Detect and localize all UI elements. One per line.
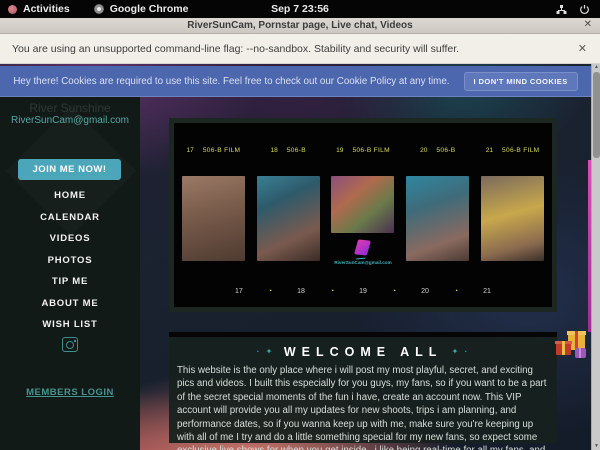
slide-day: 21	[486, 147, 493, 154]
window-title: RiverSunCam, Pornstar page, Live chat, V…	[187, 20, 412, 31]
footer-day: 17	[235, 288, 243, 295]
sidebar: River Sunshine RiverSunCam@gmail.com JOI…	[0, 97, 140, 450]
join-me-now-button[interactable]: JOIN ME NOW!	[18, 159, 121, 180]
chrome-app-icon	[94, 4, 104, 14]
cookie-accept-button[interactable]: I DON'T MIND COOKIES	[464, 72, 578, 91]
slide-tag: 506-B	[436, 147, 455, 154]
slide-label: 20 506-B	[400, 147, 475, 154]
system-top-bar: Activities Google Chrome Sep 7 23:56	[0, 0, 600, 18]
sandbox-warning-bar: You are using an unsupported command-lin…	[0, 34, 600, 64]
photo-thumbnail-5[interactable]	[481, 176, 544, 261]
site-logo-caption: RiverSunCam@gmail.com	[334, 260, 391, 265]
welcome-body-text: This website is the only place where i w…	[177, 364, 547, 450]
scrollbar-up-icon[interactable]: ▲	[592, 64, 600, 71]
photo-thumbnail-3[interactable]	[331, 176, 394, 233]
photo-thumbnail-2[interactable]	[257, 176, 320, 261]
slide-label: 17 506-B FILM	[176, 147, 251, 154]
slide-day: 20	[420, 147, 427, 154]
sidebar-item-about-me[interactable]: ABOUT ME	[0, 298, 140, 309]
slide-tag: 506-B	[287, 147, 306, 154]
carousel-footer-days: 17 ◔ 18 ◔ 19 ◔ 20 ◔ 21	[174, 288, 552, 295]
activities-button[interactable]: Activities	[23, 3, 70, 15]
slide-tag: 506-B FILM	[502, 147, 539, 154]
welcome-heading: · ✦ WELCOME ALL ✦ ·	[169, 345, 557, 359]
cookie-banner: Hey there! Cookies are required to use t…	[0, 66, 591, 97]
slide-day: 19	[336, 147, 343, 154]
slide-label: 21 506-B FILM	[475, 147, 550, 154]
cookie-message: Hey there! Cookies are required to use t…	[13, 76, 449, 87]
sidebar-nav: HOME CALENDAR VIDEOS PHOTOS TIP ME ABOUT…	[0, 190, 140, 330]
slide-tag: 506-B FILM	[203, 147, 240, 154]
sidebar-item-videos[interactable]: VIDEOS	[0, 233, 140, 244]
slide-day: 18	[270, 147, 277, 154]
carousel-thumbnails: RiverSunCam@gmail.com	[176, 176, 550, 265]
event-clock-icon: ◔	[392, 288, 396, 295]
warning-message: You are using an unsupported command-lin…	[0, 43, 459, 55]
welcome-title: WELCOME ALL	[284, 345, 442, 359]
heading-ornament-right: ✦ ·	[452, 347, 470, 356]
recording-indicator-icon	[8, 5, 17, 14]
network-icon[interactable]	[556, 4, 567, 15]
site-logo-icon	[355, 239, 372, 255]
sidebar-item-home[interactable]: HOME	[0, 190, 140, 201]
footer-day: 18	[297, 288, 305, 295]
sidebar-item-calendar[interactable]: CALENDAR	[0, 212, 140, 223]
gift-box-icon	[575, 348, 586, 358]
footer-day: 21	[483, 288, 491, 295]
slide-label: 19 506-B FILM	[326, 147, 401, 154]
scrollbar-down-icon[interactable]: ▼	[592, 443, 600, 450]
schedule-carousel-panel: 17 506-B FILM 18 506-B 19 506-B FILM 20 …	[169, 118, 557, 312]
slide-label: 18 506-B	[251, 147, 326, 154]
sidebar-item-tip-me[interactable]: TIP ME	[0, 276, 140, 287]
scrollbar-thumb[interactable]	[593, 72, 600, 158]
window-close-icon[interactable]: ✕	[584, 19, 592, 30]
heading-ornament-left: · ✦	[257, 347, 275, 356]
page-scrollbar[interactable]: ▲ ▼	[591, 64, 600, 450]
event-clock-icon: ◔	[330, 288, 334, 295]
screen: Activities Google Chrome Sep 7 23:56 Riv…	[0, 0, 600, 450]
warning-close-icon[interactable]: ✕	[578, 42, 587, 55]
carousel-label-row: 17 506-B FILM 18 506-B 19 506-B FILM 20 …	[176, 147, 550, 154]
slide-day: 17	[187, 147, 194, 154]
profile-name: River Sunshine	[0, 101, 140, 115]
event-clock-icon: ◔	[454, 288, 458, 295]
page-viewport: Hey there! Cookies are required to use t…	[0, 64, 600, 450]
power-icon[interactable]	[579, 4, 590, 15]
window-titlebar[interactable]: RiverSunCam, Pornstar page, Live chat, V…	[0, 18, 600, 34]
sidebar-item-wish-list[interactable]: WISH LIST	[0, 319, 140, 330]
focused-app-menu[interactable]: Google Chrome	[110, 3, 189, 15]
welcome-panel: · ✦ WELCOME ALL ✦ · This website is the …	[169, 332, 557, 443]
gift-box-icon	[556, 341, 571, 355]
instagram-camera-icon[interactable]	[62, 337, 78, 352]
footer-day: 19	[359, 288, 367, 295]
slide-tag: 506-B FILM	[352, 147, 389, 154]
photo-thumbnail-1[interactable]	[182, 176, 245, 261]
event-clock-icon: ◔	[268, 288, 272, 295]
sidebar-item-photos[interactable]: PHOTOS	[0, 255, 140, 266]
footer-day: 20	[421, 288, 429, 295]
photo-thumbnail-4[interactable]	[406, 176, 469, 261]
profile-email[interactable]: RiverSunCam@gmail.com	[0, 115, 140, 126]
members-login-link[interactable]: MEMBERS LOGIN	[0, 387, 140, 398]
